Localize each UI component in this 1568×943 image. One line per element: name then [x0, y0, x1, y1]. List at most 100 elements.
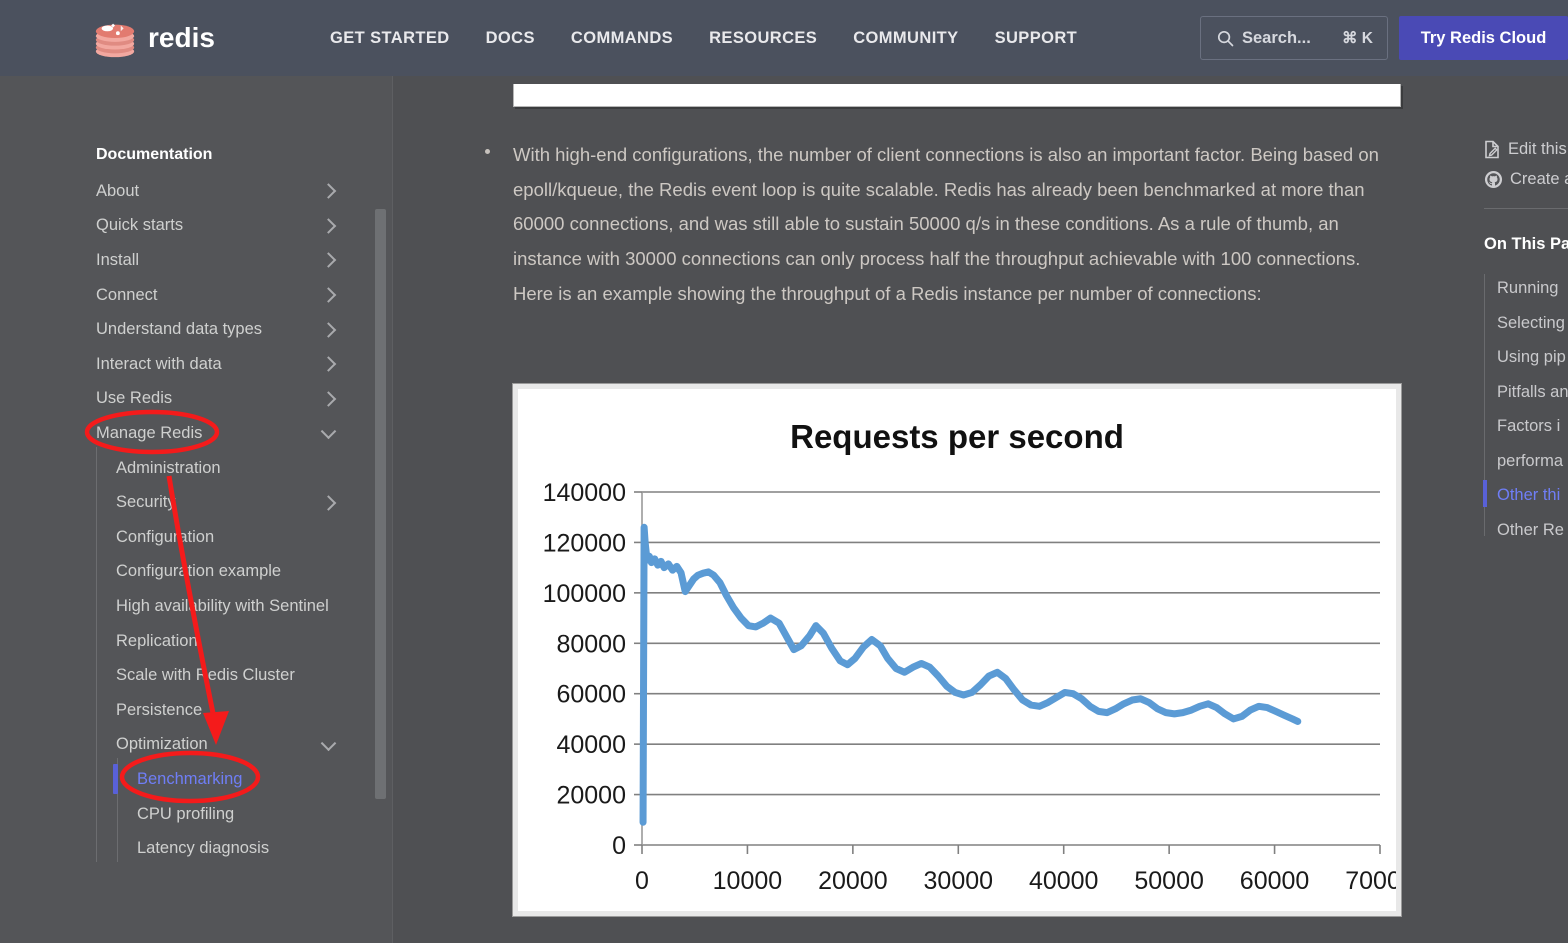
sidebar-item-label: Scale with Redis Cluster [116, 666, 295, 685]
sidebar-item-label: Configuration [116, 527, 215, 546]
chart-x-tick-label: 50000 [1134, 867, 1204, 895]
chart-y-tick-label: 120000 [543, 529, 626, 557]
chart-x-tick-label: 70000 [1345, 867, 1396, 895]
on-this-page-item[interactable]: Other thi [1497, 486, 1560, 505]
sidebar-title: Documentation [96, 146, 213, 163]
chart-x-tick-label: 60000 [1240, 867, 1310, 895]
sidebar-item-administration[interactable]: Administration [0, 451, 360, 486]
documentation-sidebar[interactable]: Documentation About Quick starts Install Co… [0, 76, 393, 943]
search-icon [1217, 30, 1234, 46]
bullet-point-icon [485, 149, 490, 154]
sidebar-item-label: Interact with data [96, 354, 222, 373]
nav-support[interactable]: SUPPORT [977, 29, 1096, 48]
sidebar-active-indicator [113, 764, 118, 795]
sidebar-item-replication[interactable]: Replication [0, 624, 360, 659]
chevron-right-icon[interactable] [320, 218, 337, 234]
nav-get-started[interactable]: GET STARTED [312, 29, 468, 48]
edit-this-page-label: Edit this [1508, 140, 1567, 158]
on-this-page-item[interactable]: Pitfalls an [1497, 383, 1568, 402]
nav-resources[interactable]: RESOURCES [691, 29, 835, 48]
sidebar-item-manage-redis[interactable]: Manage Redis [0, 416, 360, 451]
sidebar-item-label: Understand data types [96, 320, 263, 339]
edit-this-page-link[interactable]: Edit this [1484, 140, 1567, 159]
on-this-page-sidebar[interactable]: Edit this Create a On This Pag Running S… [1478, 76, 1568, 943]
sidebar-item-scale-with-redis-cluster[interactable]: Scale with Redis Cluster [0, 658, 360, 693]
chart-x-tick-label: 0 [635, 867, 649, 895]
on-this-page-item[interactable]: performa [1497, 452, 1563, 471]
sidebar-item-benchmarking[interactable]: Benchmarking [0, 762, 360, 797]
sidebar-item-label: About [96, 181, 140, 200]
on-this-page-active-indicator [1483, 480, 1487, 507]
sidebar-item-label: Connect [96, 285, 158, 304]
sidebar-item-optimization[interactable]: Optimization [0, 728, 360, 763]
chart-y-tick-label: 40000 [556, 731, 626, 759]
chart-x-tick-label: 20000 [818, 867, 888, 895]
sidebar-item-configuration[interactable]: Configuration [0, 520, 360, 555]
sidebar-item-interact-with-data[interactable]: Interact with data [0, 347, 360, 382]
bullet-paragraph: With high-end configurations, the number… [485, 138, 1385, 312]
sidebar-item-cpu-profiling[interactable]: CPU profiling [0, 797, 360, 832]
chevron-right-icon[interactable] [320, 321, 337, 338]
chart-x-tick-label: 40000 [1029, 867, 1099, 895]
sidebar-item-label: Use Redis [96, 389, 173, 408]
try-redis-cloud-button[interactable]: Try Redis Cloud [1399, 16, 1568, 60]
sidebar-item-understand-data-types[interactable]: Understand data types [0, 312, 360, 347]
on-this-page-item[interactable]: Factors i [1497, 417, 1560, 436]
sidebar-item-label: Latency diagnosis [137, 839, 270, 858]
requests-per-second-chart: Requests per second 0 20000 40000 60000 8000… [512, 383, 1402, 917]
nav-commands[interactable]: COMMANDS [553, 29, 691, 48]
chart-y-tick-label: 0 [612, 832, 626, 860]
on-this-page-item[interactable]: Using pip [1497, 348, 1566, 367]
on-this-page-heading: On This Pag [1484, 235, 1568, 253]
sidebar-item-label: CPU profiling [137, 804, 235, 823]
sidebar-item-persistence[interactable]: Persistence [0, 693, 360, 728]
chevron-right-icon[interactable] [320, 183, 337, 200]
chevron-right-icon[interactable] [320, 391, 337, 407]
chevron-down-icon[interactable] [320, 735, 337, 752]
sidebar-item-label: Install [96, 250, 140, 269]
chevron-right-icon[interactable] [320, 252, 337, 269]
sidebar-item-configuration-example[interactable]: Configuration example [0, 555, 360, 590]
chevron-right-icon[interactable] [320, 494, 337, 511]
nav-docs[interactable]: DOCS [468, 29, 553, 48]
on-this-page-item[interactable]: Running [1497, 279, 1558, 298]
sidebar-item-label: High availability with Sentinel [116, 596, 329, 615]
sidebar-item-latency-diagnosis[interactable]: Latency diagnosis [0, 831, 360, 866]
sidebar-item-quick-starts[interactable]: Quick starts [0, 209, 360, 244]
sidebar-item-label: Quick starts [96, 216, 184, 235]
chart-x-tick-label: 30000 [924, 867, 994, 895]
svg-text:redis: redis [148, 22, 215, 53]
chart-y-tick-label: 80000 [556, 630, 626, 658]
chart-y-tick-label: 140000 [543, 479, 626, 507]
chart-x-tick-label: 10000 [713, 867, 783, 895]
sidebar-item-use-redis[interactable]: Use Redis [0, 382, 360, 417]
sidebar-item-label: Configuration example [116, 562, 282, 581]
redis-wordmark: redis [148, 22, 215, 53]
edit-page-icon [1485, 140, 1499, 159]
sidebar-item-label: Benchmarking [137, 769, 243, 788]
sidebar-item-about[interactable]: About [0, 174, 360, 209]
sidebar-item-high-availability-with-sentinel[interactable]: High availability with Sentinel [0, 589, 360, 624]
right-sidebar-divider [1484, 208, 1568, 209]
on-this-page-item[interactable]: Other Re [1497, 521, 1564, 540]
redis-logo[interactable]: redis [92, 15, 256, 61]
chevron-right-icon[interactable] [320, 287, 337, 303]
sidebar-item-connect[interactable]: Connect [0, 278, 360, 313]
chart-y-tick-label: 60000 [556, 681, 626, 709]
chart-y-tick-label: 20000 [556, 782, 626, 810]
chevron-right-icon[interactable] [320, 356, 337, 373]
chart-y-tick-label: 100000 [543, 580, 626, 608]
search-input[interactable]: Search... ⌘ K [1200, 16, 1388, 60]
sidebar-scrollbar[interactable] [375, 209, 386, 799]
chart-plot-area: 0 20000 40000 60000 80000 100000 120000 140000 0… [543, 479, 1396, 895]
sidebar-item-install[interactable]: Install [0, 243, 360, 278]
github-icon [1484, 170, 1503, 189]
sidebar-item-security[interactable]: Security [0, 485, 360, 520]
nav-community[interactable]: COMMUNITY [835, 29, 976, 48]
on-this-page-item[interactable]: Selecting [1497, 314, 1565, 333]
chevron-down-icon[interactable] [320, 424, 337, 440]
chart-line-series [639, 523, 1302, 826]
bullet-paragraph-text: With high-end configurations, the number… [513, 144, 1379, 304]
create-issue-link[interactable]: Create a [1484, 170, 1568, 189]
sidebar-item-label: Security [116, 493, 176, 512]
